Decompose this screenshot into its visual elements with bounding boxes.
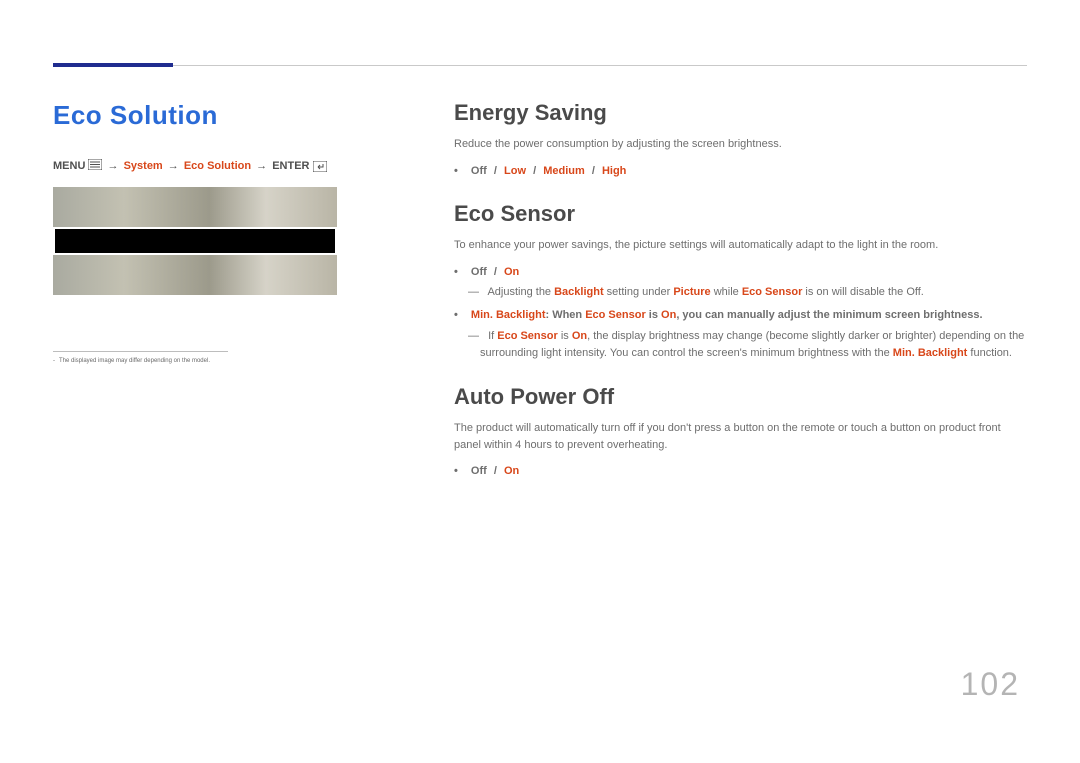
header-accent-bar [53, 63, 173, 67]
section-energy-saving: Energy Saving Reduce the power consumpti… [454, 100, 1027, 179]
section-desc: The product will automatically turn off … [454, 420, 1027, 453]
section-desc: Reduce the power consumption by adjustin… [454, 136, 1027, 153]
option-row: • Off / On [454, 463, 1027, 480]
option-low: Low [504, 165, 526, 177]
option-off: Off [471, 165, 487, 177]
menu-screenshot [53, 187, 337, 295]
right-column: Energy Saving Reduce the power consumpti… [454, 100, 1027, 480]
option-medium: Medium [543, 165, 585, 177]
header-rule [173, 65, 1027, 66]
bullet-icon: • [454, 165, 468, 177]
note-icon: ― [468, 286, 485, 298]
left-column: Eco Solution MENU → System → Eco Solutio… [53, 100, 443, 366]
section-desc: To enhance your power savings, the pictu… [454, 237, 1027, 254]
bullet-icon: • [454, 309, 468, 321]
section-title-energy-saving: Energy Saving [454, 100, 1027, 126]
option-off: Off [471, 465, 487, 477]
enter-icon [313, 161, 327, 172]
option-high: High [602, 165, 626, 177]
manual-page: Eco Solution MENU → System → Eco Solutio… [0, 0, 1080, 763]
page-number: 102 [961, 666, 1020, 703]
footnote-rule [53, 351, 228, 352]
section-title-auto-power-off: Auto Power Off [454, 384, 1027, 410]
note-icon: ― [468, 330, 485, 342]
section-eco-sensor: Eco Sensor To enhance your power savings… [454, 201, 1027, 362]
option-on: On [504, 465, 519, 477]
arrow-icon: → [254, 160, 269, 172]
breadcrumb-menu: MENU [53, 160, 85, 172]
section-title-eco-sensor: Eco Sensor [454, 201, 1027, 227]
page-title: Eco Solution [53, 100, 443, 131]
footnote: -The displayed image may differ dependin… [53, 358, 413, 366]
menu-icon [88, 159, 102, 173]
breadcrumb-system: System [124, 160, 163, 172]
arrow-icon: → [166, 160, 181, 172]
breadcrumb-eco-solution: Eco Solution [184, 160, 251, 172]
option-off: Off [471, 266, 487, 278]
note-eco-sensor-brightness: ― If Eco Sensor is On, the display brigh… [454, 328, 1027, 362]
bullet-icon: • [454, 465, 468, 477]
note-adjust-backlight: ― Adjusting the Backlight setting under … [454, 284, 1027, 301]
option-row: • Off / On [454, 264, 1027, 281]
breadcrumb: MENU → System → Eco Solution → ENTER [53, 159, 443, 173]
arrow-icon: → [106, 160, 121, 172]
menu-screenshot-highlight [53, 227, 337, 255]
bullet-icon: • [454, 266, 468, 278]
option-row: • Off / Low / Medium / High [454, 163, 1027, 180]
option-on: On [504, 266, 519, 278]
sub-option-min-backlight: • Min. Backlight: When Eco Sensor is On,… [454, 307, 1027, 324]
section-auto-power-off: Auto Power Off The product will automati… [454, 384, 1027, 480]
breadcrumb-enter: ENTER [272, 160, 309, 172]
